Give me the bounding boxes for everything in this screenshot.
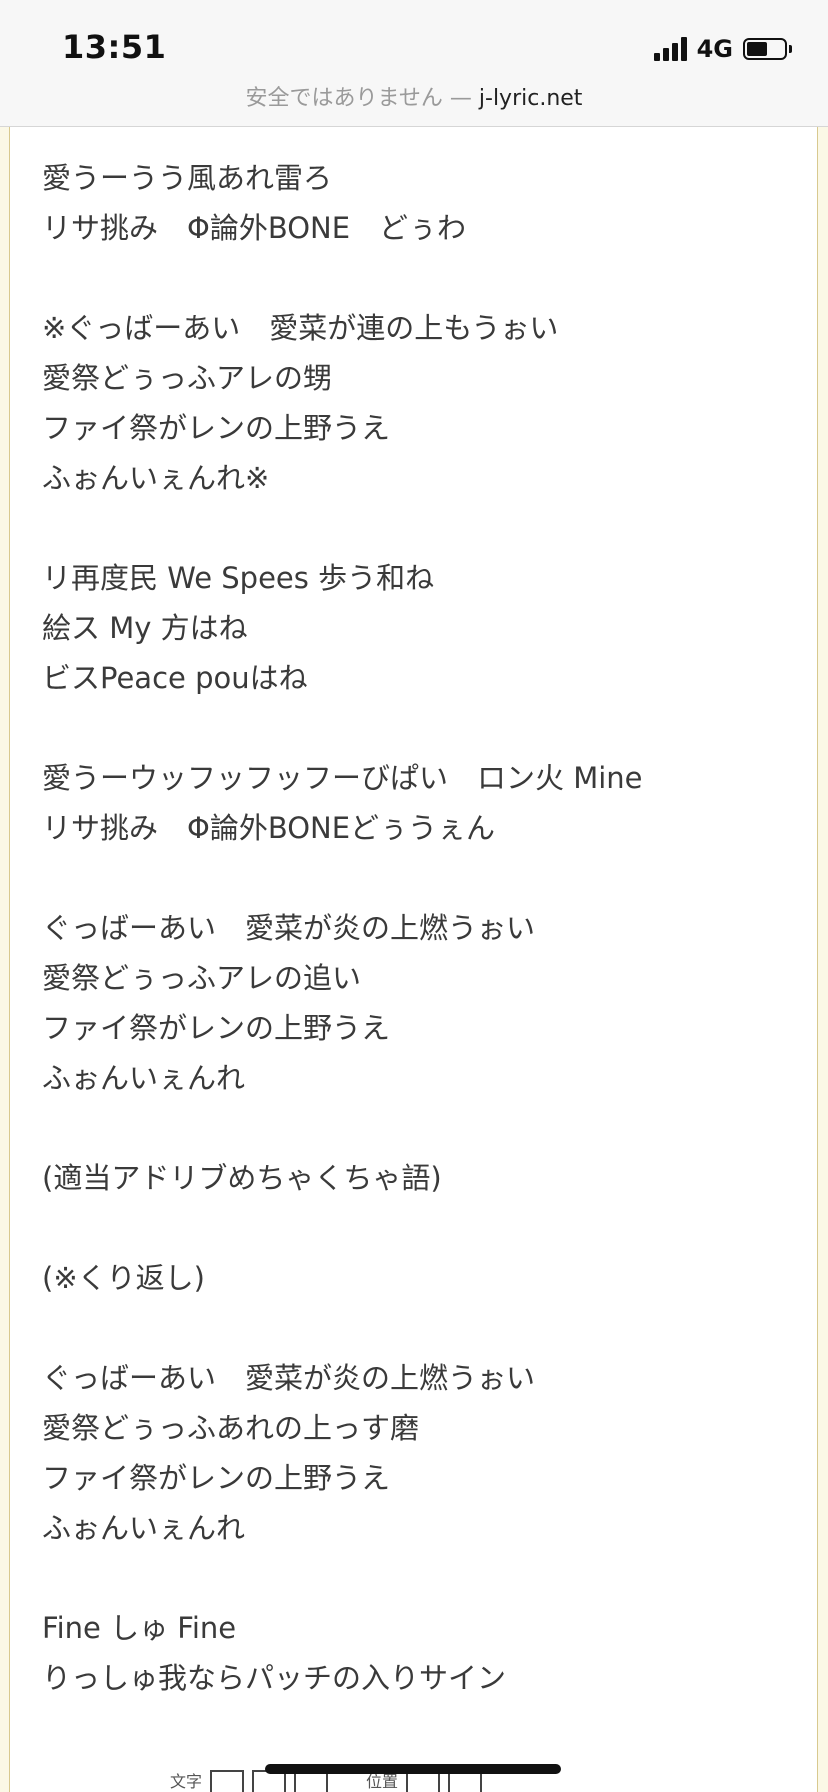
text-size-label: 文字 [170,1772,203,1791]
lyric-line: ぐっばーあい 愛菜が炎の上燃うぉい [42,911,536,945]
browser-top-bar: 13:51 4G 安全ではありません — j-lyric.net [0,0,828,127]
lyric-line: ふぉんいぇんれ [42,1061,246,1095]
lyric-line: ファイ祭がレンの上野うえ [42,1461,391,1495]
signal-icon [653,37,687,61]
lyric-line: 愛祭どぅっふあれの上っす磨 [42,1411,420,1445]
battery-icon [743,38,792,60]
lyric-line: Fine しゅ Fine [42,1611,237,1645]
lyric-line [42,1103,802,1153]
lyric-line: 愛祭どぅっふアレの追い [42,961,362,995]
lyric-line: 絵ス My 方はね [42,611,248,645]
lyric-line [42,1553,802,1603]
lyric-line [42,1203,802,1253]
lyric-line: ぐっばーあい 愛菜が炎の上燃うぉい [42,1361,536,1395]
url-domain: j-lyric.net [478,86,583,111]
insecure-warning: 安全ではありません — [245,86,472,111]
network-label: 4G [696,35,733,63]
lyric-line: 愛祭どぅっふアレの甥 [42,361,333,395]
lyric-line: リサ挑み Φ論外BONE どぅわ [42,211,467,245]
lyric-line [42,253,802,303]
lyric-line: ふぉんいぇんれ [42,1511,246,1545]
lyrics-panel: 愛うーうう風あれ雷ろリサ挑み Φ論外BONE どぅわ ※ぐっばーあい 愛菜が連の上… [9,127,818,1792]
lyric-line: ファイ祭がレンの上野うえ [42,1011,391,1045]
home-indicator[interactable] [265,1764,561,1774]
lyric-line: りっしゅ我ならパッチの入りサイン [42,1661,507,1695]
text-small-icon[interactable] [210,1770,245,1792]
lyric-line: ふぉんいぇんれ※ [42,461,270,495]
lyric-line: (※くり返し) [42,1261,205,1295]
lyric-line: リ再度民 We Spees 歩う和ね [42,561,435,595]
lyric-line: リサ挑み Φ論外BONEどぅうぇん [42,811,496,845]
lyric-line: ビスPeace pouはね [42,661,308,695]
page-background: 愛うーうう風あれ雷ろリサ挑み Φ論外BONE どぅわ ※ぐっばーあい 愛菜が連の上… [0,127,828,1792]
lyric-line: ファイ祭がレンの上野うえ [42,411,391,445]
lyric-line: 愛うーウッフッフッフーびぱい ロン火 Mine [42,761,643,795]
lyric-line: ※ぐっばーあい 愛菜が連の上もうぉい [42,311,559,345]
lyric-line [42,503,802,553]
lyric-line [42,1303,802,1353]
lyric-line [42,703,802,753]
url-bar[interactable]: 安全ではありません — j-lyric.net [0,80,828,112]
status-time: 13:51 [62,28,167,66]
lyric-line: 愛うーうう風あれ雷ろ [42,161,333,195]
lyrics-text: 愛うーうう風あれ雷ろリサ挑み Φ論外BONE どぅわ ※ぐっばーあい 愛菜が連の上… [42,153,802,1703]
lyric-line [42,853,802,903]
status-icons: 4G [653,34,792,64]
lyric-line: (適当アドリブめちゃくちゃ語) [42,1161,442,1195]
